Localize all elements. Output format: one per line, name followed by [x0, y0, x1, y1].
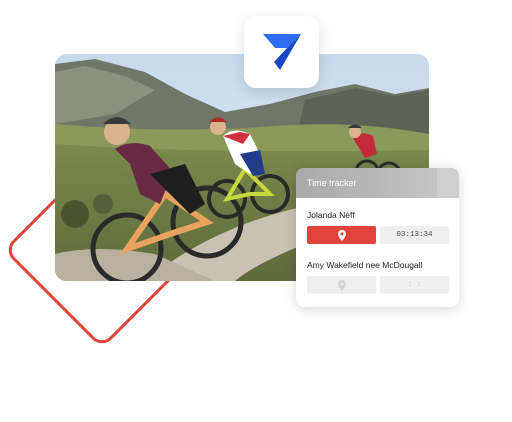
app-logo-icon — [262, 34, 301, 70]
location-button-2[interactable] — [307, 276, 376, 294]
athlete-row-1: 03:13:34 — [307, 226, 449, 244]
location-button-1[interactable] — [307, 226, 376, 244]
location-pin-icon — [337, 229, 346, 241]
time-tracker-title: Time tracker — [307, 178, 357, 188]
header-decoration — [437, 168, 459, 198]
location-pin-icon — [337, 279, 346, 291]
app-logo-tile — [244, 16, 319, 88]
time-display-1: 03:13:34 — [380, 226, 449, 244]
time-display-2: : : — [380, 276, 449, 294]
athlete-row-2: : : — [307, 276, 449, 294]
athlete-name-1: Jolanda Neff — [307, 210, 355, 220]
time-tracker-card: Time tracker Jolanda Neff 03:13:34 Amy W… — [296, 168, 459, 307]
athlete-name-2: Amy Wakefield nee McDougall — [307, 260, 423, 270]
time-tracker-header: Time tracker — [296, 168, 459, 198]
